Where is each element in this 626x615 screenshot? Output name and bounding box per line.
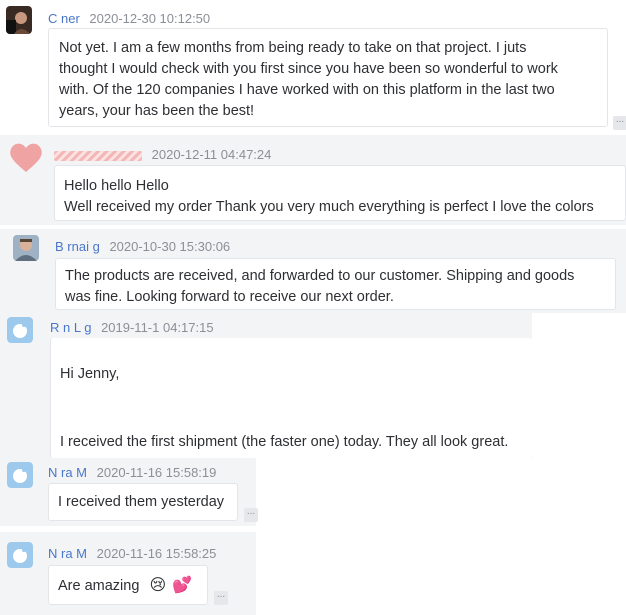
message-line [60,391,523,425]
timestamp: 2020-11-16 15:58:19 [96,465,217,480]
more-options-button[interactable]: ... [613,115,626,130]
user-photo-icon [6,6,32,34]
message-line: I received them yesterday [58,494,225,510]
message-header: C ner 2020-12-30 10:12:50 [48,11,210,26]
message-line: was fine. Looking forward to receive our… [65,289,394,305]
sender-name[interactable]: R n L g [50,320,91,335]
timestamp: 2019-11-1 04:17:15 [101,320,214,335]
message-bubble: Not yet. I am a few months from being re… [48,28,608,127]
sender-name[interactable]: N ra M [48,465,87,480]
message-line: I received the first shipment (the faste… [60,434,509,450]
message-header: N ra M 2020-11-16 15:58:19 [48,465,216,480]
user-photo-icon [13,235,39,261]
sender-name[interactable] [54,147,146,162]
blurred-name [54,150,142,161]
more-options-button[interactable]: ... [244,507,258,522]
message-line: thought I would check with you first sin… [59,61,558,77]
message-header: B rnai g 2020-10-30 15:30:06 [55,239,230,254]
message-line: Well received my order Thank you very mu… [64,199,594,215]
default-avatar-icon [7,317,33,343]
message-header: R n L g 2019-11-1 04:17:15 [50,320,214,335]
message-line: The products are received, and forwarded… [65,268,575,284]
avatar[interactable] [7,542,33,568]
message-header: N ra M 2020-11-16 15:58:25 [48,546,216,561]
message-line: Hello hello Hello [64,178,169,194]
message-line: Hi Jenny, [60,366,120,382]
avatar[interactable] [7,462,33,488]
timestamp: 2020-11-16 15:58:25 [96,546,217,561]
timestamp: 2020-12-11 04:47:24 [151,147,272,162]
sender-name[interactable]: N ra M [48,546,87,561]
message-header: 2020-12-11 04:47:24 [54,147,271,162]
sender-name[interactable]: B rnai g [55,239,100,254]
more-options-button[interactable]: ... [214,590,228,605]
message-line: with. Of the 120 companies I have worked… [59,82,555,98]
avatar[interactable] [8,140,44,174]
sad-emoji-icon: 😢 [149,577,167,594]
timestamp: 2020-10-30 15:30:06 [109,239,231,254]
message-line: Are amazing [58,578,140,594]
message-line: Not yet. I am a few months from being re… [59,40,527,56]
message-bubble: Hi Jenny, I received the first shipment … [50,338,532,458]
message-bubble: The products are received, and forwarded… [55,258,616,310]
message-bubble: Are amazing 😢 💕 [48,565,208,605]
timestamp: 2020-12-30 10:12:50 [89,11,211,26]
hearts-emoji-icon: 💕 [172,577,193,594]
default-avatar-icon [7,462,33,488]
message-bubble: Hello hello Hello Well received my order… [54,165,626,221]
avatar[interactable] [6,6,32,34]
message-bubble: I received them yesterday [48,483,238,521]
avatar[interactable] [7,317,33,343]
sender-name[interactable]: C ner [48,11,83,26]
heart-icon [10,143,42,172]
message-line: years, your has been the best! [59,103,255,119]
avatar[interactable] [13,235,39,261]
default-avatar-icon [7,542,33,568]
